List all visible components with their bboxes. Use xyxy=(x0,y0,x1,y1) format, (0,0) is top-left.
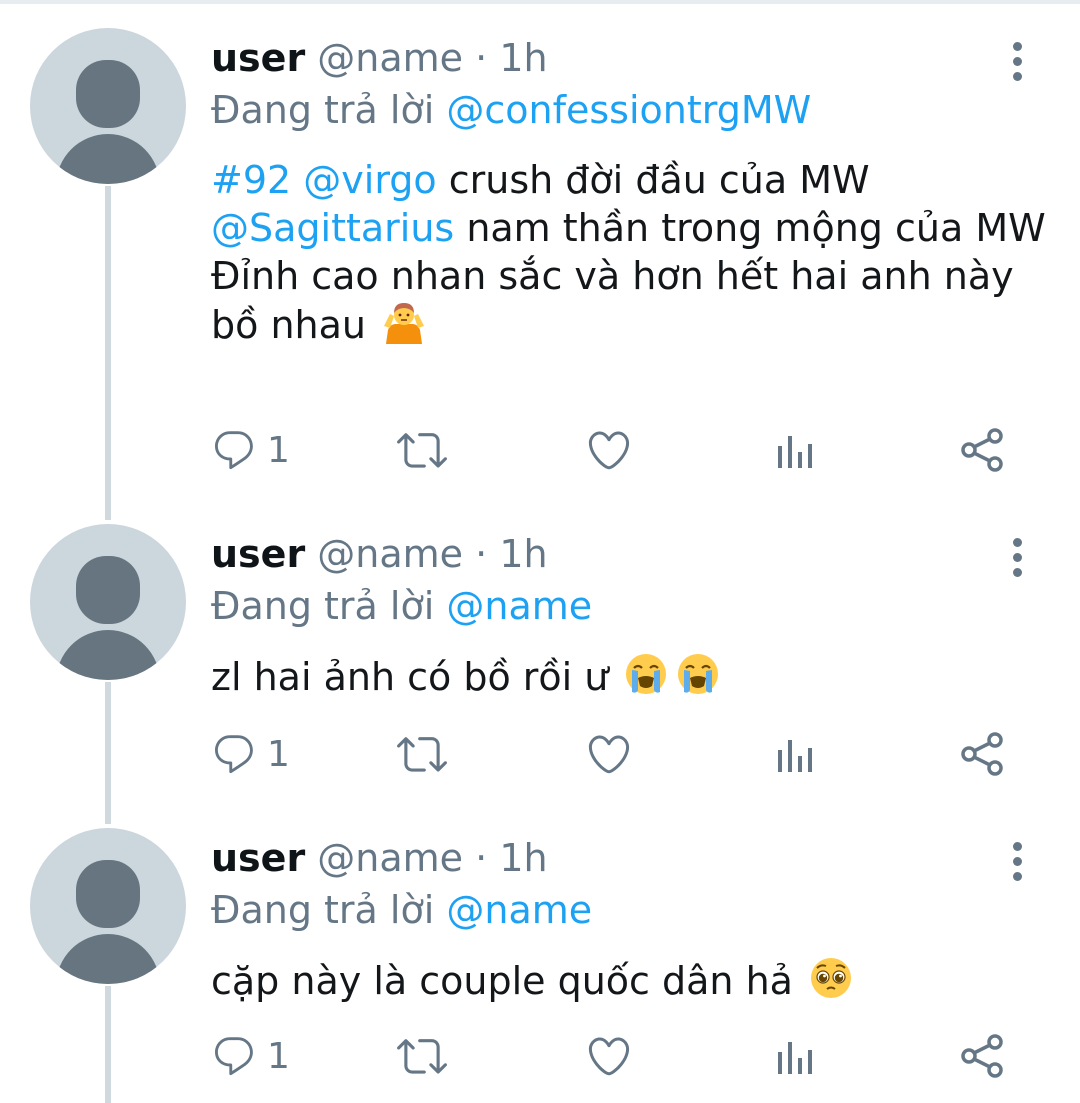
avatar-head-shape xyxy=(76,860,140,928)
replying-to: Đang trả lời @name xyxy=(211,888,592,932)
retweet-icon xyxy=(397,729,447,779)
thread-connector-line xyxy=(105,986,111,1103)
user-handle[interactable]: @name xyxy=(317,36,463,80)
reply-button[interactable]: 1 xyxy=(211,1028,290,1084)
reply-icon xyxy=(211,1033,257,1079)
like-button[interactable] xyxy=(585,726,633,782)
retweet-button[interactable] xyxy=(397,726,447,782)
reply-count: 1 xyxy=(267,429,290,471)
reply-to-mention[interactable]: @confessiontrgMW xyxy=(446,88,811,132)
retweet-button[interactable] xyxy=(397,1028,447,1084)
share-icon xyxy=(959,730,1007,778)
thread-connector-line xyxy=(105,682,111,824)
analytics-button[interactable] xyxy=(775,726,815,782)
reply-button[interactable]: 1 xyxy=(211,422,290,478)
retweet-icon xyxy=(397,1031,447,1081)
tweet-text-part: nam thần trong mộng của MW xyxy=(454,206,1046,250)
tweet-text: cặp này là couple quốc dân hả xyxy=(211,956,1051,1011)
user-handle[interactable]: @name xyxy=(317,836,463,880)
avatar-body-shape xyxy=(56,134,160,184)
tweet-text: #92 @virgo crush đời đầu của MW @Sagitta… xyxy=(211,156,1051,355)
reply-count: 1 xyxy=(267,733,290,775)
like-icon xyxy=(585,730,633,778)
like-icon xyxy=(585,426,633,474)
analytics-icon xyxy=(775,1036,815,1076)
more-icon[interactable] xyxy=(1008,842,1026,882)
share-button[interactable] xyxy=(959,422,1007,478)
analytics-button[interactable] xyxy=(775,1028,815,1084)
separator-dot: · xyxy=(475,532,488,576)
username[interactable]: user xyxy=(211,36,305,80)
person-shrugging-emoji xyxy=(382,300,426,355)
mention-link[interactable]: @Sagittarius xyxy=(211,206,454,250)
pleading-face-emoji xyxy=(809,956,853,1011)
replying-to-label: Đang trả lời xyxy=(211,584,435,628)
mention-link[interactable]: @virgo xyxy=(303,158,436,202)
thread-connector-line xyxy=(105,186,111,520)
replying-to-label: Đang trả lời xyxy=(211,88,435,132)
user-handle[interactable]: @name xyxy=(317,532,463,576)
tweet-text: zl hai ảnh có bồ rồi ư xyxy=(211,652,1051,707)
avatar-head-shape xyxy=(76,60,140,128)
avatar-body-shape xyxy=(56,934,160,984)
tweet-text-part: zl hai ảnh có bồ rồi ư xyxy=(211,655,609,699)
avatar[interactable] xyxy=(30,828,186,984)
separator-dot: · xyxy=(475,36,488,80)
reply-to-mention[interactable]: @name xyxy=(446,888,592,932)
like-button[interactable] xyxy=(585,422,633,478)
replying-to: Đang trả lời @confessiontrgMW xyxy=(211,88,811,132)
avatar-body-shape xyxy=(56,630,160,680)
reply-button[interactable]: 1 xyxy=(211,726,290,782)
username[interactable]: user xyxy=(211,836,305,880)
tweet-header: user @name · 1h xyxy=(211,836,548,880)
avatar[interactable] xyxy=(30,28,186,184)
reply-to-mention[interactable]: @name xyxy=(446,584,592,628)
loudly-crying-face-emoji xyxy=(624,652,720,707)
share-icon xyxy=(959,426,1007,474)
timestamp[interactable]: 1h xyxy=(499,836,547,880)
reply-icon xyxy=(211,427,257,473)
timestamp[interactable]: 1h xyxy=(499,36,547,80)
tweet-header: user @name · 1h xyxy=(211,36,548,80)
analytics-icon xyxy=(775,430,815,470)
tweet-text-part: cặp này là couple quốc dân hả xyxy=(211,959,793,1003)
retweet-icon xyxy=(397,425,447,475)
more-icon[interactable] xyxy=(1008,42,1026,82)
reply-count: 1 xyxy=(267,1035,290,1077)
analytics-button[interactable] xyxy=(775,422,815,478)
like-icon xyxy=(585,1032,633,1080)
username[interactable]: user xyxy=(211,532,305,576)
share-icon xyxy=(959,1032,1007,1080)
replying-to-label: Đang trả lời xyxy=(211,888,435,932)
separator-dot: · xyxy=(475,836,488,880)
tweet-header: user @name · 1h xyxy=(211,532,548,576)
more-icon[interactable] xyxy=(1008,538,1026,578)
tweet-text-part: Đỉnh cao nhan sắc và hơn hết hai anh này… xyxy=(211,254,1014,347)
tweet-text-part: crush đời đầu của MW xyxy=(436,158,870,202)
top-divider xyxy=(0,0,1080,4)
like-button[interactable] xyxy=(585,1028,633,1084)
replying-to: Đang trả lời @name xyxy=(211,584,592,628)
timestamp[interactable]: 1h xyxy=(499,532,547,576)
tweet-actions: 1 xyxy=(211,1028,1021,1084)
avatar[interactable] xyxy=(30,524,186,680)
analytics-icon xyxy=(775,734,815,774)
share-button[interactable] xyxy=(959,1028,1007,1084)
share-button[interactable] xyxy=(959,726,1007,782)
tweet-actions: 1 xyxy=(211,422,1021,478)
hashtag-link[interactable]: #92 xyxy=(211,158,291,202)
avatar-head-shape xyxy=(76,556,140,624)
reply-icon xyxy=(211,731,257,777)
tweet-actions: 1 xyxy=(211,726,1021,782)
retweet-button[interactable] xyxy=(397,422,447,478)
